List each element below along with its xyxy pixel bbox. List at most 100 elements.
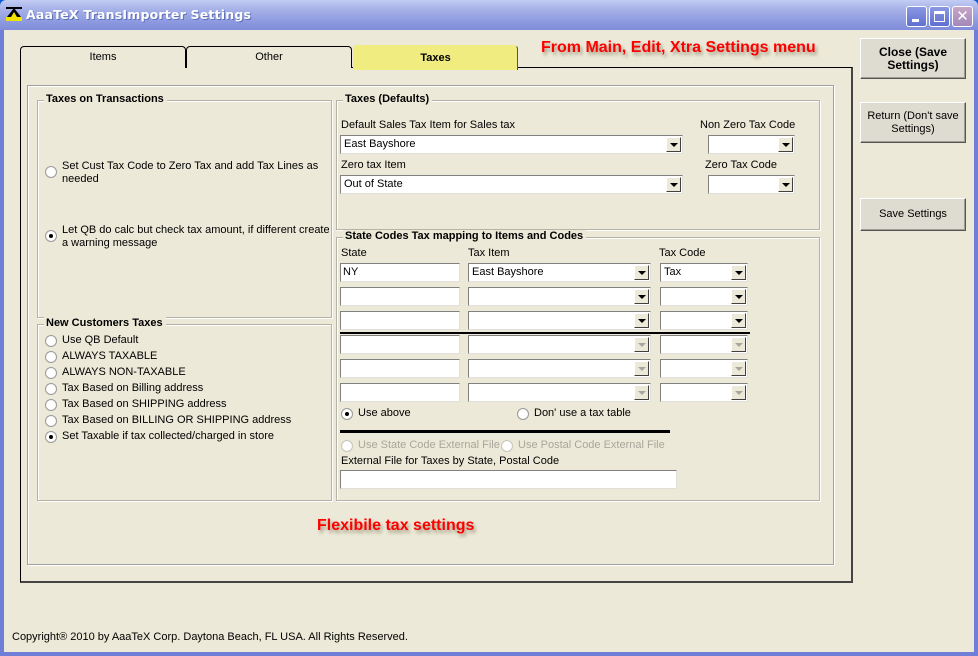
- dropdown-arrow-icon[interactable]: [634, 337, 649, 352]
- radio-button[interactable]: [45, 166, 57, 178]
- tax-item-select[interactable]: [468, 383, 651, 402]
- radio-zero-tax-add-lines[interactable]: Set Cust Tax Code to Zero Tax and add Ta…: [45, 160, 330, 186]
- dropdown-arrow-icon[interactable]: [634, 385, 649, 400]
- state-code-input[interactable]: [340, 383, 460, 402]
- maximize-icon: [934, 11, 945, 22]
- tax-item-select[interactable]: [468, 287, 651, 306]
- zero-tax-code-label: Zero Tax Code: [705, 159, 777, 171]
- tab-items[interactable]: Items: [20, 46, 186, 68]
- radio-new-customer-option[interactable]: Tax Based on Billing address: [45, 382, 203, 395]
- default-sales-tax-item-select[interactable]: East Bayshore: [340, 135, 683, 154]
- radio-label: Don' use a tax table: [534, 407, 631, 419]
- dropdown-arrow-icon[interactable]: [731, 313, 746, 328]
- radio-new-customer-option[interactable]: Set Taxable if tax collected/charged in …: [45, 430, 274, 443]
- radio-button[interactable]: [45, 415, 57, 427]
- radio-button[interactable]: [45, 399, 57, 411]
- return-dont-save-button[interactable]: Return (Don't save Settings): [860, 102, 966, 143]
- radio-button[interactable]: [45, 431, 57, 443]
- dropdown-arrow-icon[interactable]: [731, 265, 746, 280]
- radio-button[interactable]: [45, 383, 57, 395]
- radio-qb-calc-warning[interactable]: Let QB do calc but check tax amount, if …: [45, 224, 330, 250]
- column-header-tax-item: Tax Item: [468, 247, 510, 259]
- group-title: State Codes Tax mapping to Items and Cod…: [343, 230, 587, 242]
- zero-tax-code-select[interactable]: [708, 175, 795, 194]
- state-code-input[interactable]: NY: [340, 263, 460, 282]
- select-value: East Bayshore: [472, 266, 544, 278]
- window-frame-bottom: [0, 652, 978, 656]
- select-value: Tax: [664, 266, 682, 278]
- dropdown-arrow-icon[interactable]: [778, 137, 793, 152]
- radio-label: Use State Code External File: [358, 439, 500, 451]
- taxes-on-transactions-group: Taxes on Transactions: [37, 93, 332, 318]
- radio-label: Tax Based on BILLING OR SHIPPING address: [62, 414, 292, 426]
- group-title: Taxes (Defaults): [343, 93, 433, 105]
- tax-item-select[interactable]: East Bayshore: [468, 263, 651, 282]
- radio-button[interactable]: [45, 230, 57, 242]
- tab-taxes[interactable]: Taxes: [353, 45, 518, 70]
- minimize-button[interactable]: [906, 6, 927, 27]
- radio-button[interactable]: [45, 367, 57, 379]
- dropdown-arrow-icon[interactable]: [731, 289, 746, 304]
- external-file-input[interactable]: [340, 470, 677, 489]
- group-title: Taxes on Transactions: [44, 93, 167, 105]
- tax-code-select[interactable]: [660, 335, 748, 354]
- dropdown-arrow-icon[interactable]: [731, 361, 746, 376]
- close-save-settings-button[interactable]: Close (Save Settings): [860, 38, 966, 79]
- dropdown-arrow-icon[interactable]: [634, 265, 649, 280]
- save-settings-button[interactable]: Save Settings: [860, 198, 966, 231]
- state-code-input[interactable]: [340, 335, 460, 354]
- dropdown-arrow-icon[interactable]: [731, 337, 746, 352]
- radio-new-customer-option[interactable]: ALWAYS TAXABLE: [45, 350, 157, 363]
- zero-tax-item-select[interactable]: Out of State: [340, 175, 683, 194]
- radio-label: Set Taxable if tax collected/charged in …: [62, 430, 274, 442]
- tab-other[interactable]: Other: [186, 46, 352, 68]
- dropdown-arrow-icon[interactable]: [731, 385, 746, 400]
- tax-code-select[interactable]: [660, 287, 748, 306]
- radio-label: Tax Based on Billing address: [62, 382, 204, 394]
- dropdown-arrow-icon[interactable]: [634, 289, 649, 304]
- state-code-input[interactable]: [340, 287, 460, 306]
- maximize-button[interactable]: [929, 6, 950, 27]
- radio-new-customer-option[interactable]: ALWAYS NON-TAXABLE: [45, 366, 186, 379]
- radio-use-postal-code-external-file[interactable]: Use Postal Code External File: [501, 439, 665, 452]
- state-code-input[interactable]: [340, 359, 460, 378]
- zero-tax-item-label: Zero tax Item: [341, 159, 406, 171]
- radio-button[interactable]: [341, 408, 353, 420]
- dropdown-arrow-icon[interactable]: [634, 361, 649, 376]
- radio-new-customer-option[interactable]: Tax Based on BILLING OR SHIPPING address: [45, 414, 291, 427]
- radio-use-above[interactable]: Use above: [341, 407, 411, 420]
- state-code-input[interactable]: [340, 311, 460, 330]
- radio-label: Use above: [358, 407, 411, 419]
- radio-button[interactable]: [517, 408, 529, 420]
- dropdown-arrow-icon[interactable]: [666, 177, 681, 192]
- tax-code-select[interactable]: [660, 359, 748, 378]
- dropdown-arrow-icon[interactable]: [778, 177, 793, 192]
- non-zero-tax-code-select[interactable]: [708, 135, 795, 154]
- radio-button[interactable]: [45, 335, 57, 347]
- radio-new-customer-option[interactable]: Use QB Default: [45, 334, 138, 347]
- group-title: New Customers Taxes: [44, 317, 166, 329]
- radio-label: Let QB do calc but check tax amount, if …: [62, 224, 330, 249]
- radio-button[interactable]: [501, 440, 513, 452]
- column-header-state: State: [341, 247, 367, 259]
- minimize-icon: [912, 19, 919, 22]
- radio-button[interactable]: [341, 440, 353, 452]
- tax-item-select[interactable]: [468, 335, 651, 354]
- default-sales-tax-item-label: Default Sales Tax Item for Sales tax: [341, 119, 516, 131]
- dropdown-arrow-icon[interactable]: [634, 313, 649, 328]
- radio-button[interactable]: [45, 351, 57, 363]
- column-header-tax-code: Tax Code: [659, 247, 706, 259]
- tax-item-select[interactable]: [468, 311, 651, 330]
- tax-code-select[interactable]: [660, 311, 748, 330]
- tax-code-select[interactable]: Tax: [660, 263, 748, 282]
- tax-code-select[interactable]: [660, 383, 748, 402]
- tax-item-select[interactable]: [468, 359, 651, 378]
- radio-dont-use-tax-table[interactable]: Don' use a tax table: [517, 407, 631, 420]
- radio-use-state-code-external-file[interactable]: Use State Code External File: [341, 439, 500, 452]
- radio-label: ALWAYS NON-TAXABLE: [62, 366, 186, 378]
- dropdown-arrow-icon[interactable]: [666, 137, 681, 152]
- title-bar[interactable]: AaaTeX TransImporter Settings ✕: [0, 0, 978, 30]
- radio-new-customer-option[interactable]: Tax Based on SHIPPING address: [45, 398, 226, 411]
- close-window-button[interactable]: ✕: [952, 6, 973, 27]
- window-frame-right: [974, 30, 978, 656]
